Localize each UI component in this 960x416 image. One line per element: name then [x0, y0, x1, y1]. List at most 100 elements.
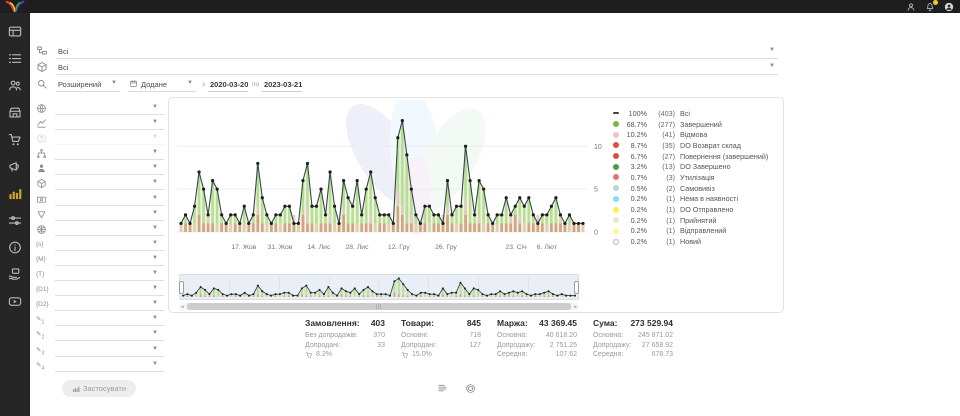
chevron-down-icon: ▼	[152, 361, 158, 367]
filter-select-pencil-1[interactable]: ▼	[55, 312, 164, 326]
sidebar-item-store[interactable]	[7, 105, 23, 120]
filter-product-row: Всі ▼	[36, 60, 778, 75]
scrollbar-thumb[interactable]: |||	[187, 303, 571, 310]
legend-percent: 6.7%	[623, 152, 647, 161]
sidebar-item-dashboard[interactable]	[7, 24, 23, 39]
legend-percent: 0.5%	[623, 184, 647, 193]
legend-item[interactable]: 0.2%(1)Прийнятий	[613, 215, 779, 226]
user-icon[interactable]	[906, 2, 916, 12]
legend-label: Відмова	[680, 130, 707, 139]
filter-select-s[interactable]: ▼	[55, 237, 164, 251]
filter-panel-row-pencil1: ✎1▼	[36, 312, 164, 327]
filter-select-pencil-4[interactable]: ▼	[55, 358, 164, 372]
stat-sub-row: Допродажу:27 658.92	[593, 341, 673, 351]
navigator-left-handle[interactable]	[179, 281, 184, 294]
app-root: Всі ▼ Всі ▼ Розширений ▼ Додане ▼ з 2020…	[0, 0, 960, 416]
sidebar-item-cart[interactable]	[7, 132, 23, 147]
app-logo-icon[interactable]	[3, 0, 27, 13]
stat-value: 43 369.45	[539, 318, 577, 328]
chart-navigator[interactable]	[179, 274, 579, 300]
stat-title-row: Маржа:43 369.45	[497, 318, 577, 328]
x-axis-label: 12. Гру	[388, 244, 410, 251]
filter-select-d1[interactable]: ▼	[55, 282, 164, 296]
apply-button[interactable]: Застосувати	[62, 380, 136, 397]
chart-scrollbar[interactable]: ◂ ||| ▸	[179, 303, 579, 310]
chevron-down-icon: ▼	[769, 47, 775, 53]
filter-select-help[interactable]: ▼	[55, 131, 164, 145]
category-select[interactable]: Всі ▼	[56, 44, 778, 59]
filter-panel-row-pencil3: ✎3▼	[36, 343, 164, 358]
avatar[interactable]	[944, 2, 954, 12]
filter-select-funnel[interactable]: ▼	[55, 207, 164, 221]
filter-select-box3d[interactable]: ▼	[55, 176, 164, 190]
legend-label: Новий	[680, 237, 701, 246]
scroll-right-icon[interactable]: ▸	[574, 304, 577, 310]
filter-select-pencil-3[interactable]: ▼	[55, 343, 164, 357]
sidebar	[0, 13, 30, 416]
x-axis-label: 14. Лис	[307, 244, 330, 251]
product-select[interactable]: Всі ▼	[56, 60, 778, 75]
sidebar-item-analytics[interactable]	[7, 186, 23, 201]
braces-icon: {D1}	[36, 284, 47, 295]
category-tree-icon	[36, 45, 48, 57]
x-axis-label: 31. Жов	[267, 244, 292, 251]
sidebar-item-video-tutorials[interactable]	[7, 294, 23, 309]
video-tutorial-icon[interactable]	[44, 25, 63, 40]
sidebar-item-customers[interactable]	[7, 78, 23, 93]
date-to-input[interactable]: 2023-03-21	[262, 77, 302, 92]
package-view-icon[interactable]	[465, 383, 476, 394]
legend-percent: 0.2%	[623, 237, 647, 246]
sidebar-item-marketing[interactable]	[7, 159, 23, 174]
navigator-right-handle[interactable]	[574, 281, 579, 294]
legend-item[interactable]: 0.7%(3)Утилізація	[613, 172, 779, 183]
date-field-select[interactable]: Додане ▼	[128, 77, 196, 92]
web-icon	[36, 224, 47, 235]
legend-item[interactable]: 0.2%(1)Нема в наявності	[613, 194, 779, 205]
filter-select-trend[interactable]: ▼	[55, 116, 164, 130]
legend-item[interactable]: 0.5%(2)Самовивіз	[613, 183, 779, 194]
legend-marker-icon	[613, 185, 619, 191]
date-from-input[interactable]: 2020-03-20	[208, 77, 248, 92]
stat-sub-value: 127	[469, 341, 481, 351]
stat-sub-value: 370	[373, 331, 385, 341]
legend-percent: 0.7%	[623, 173, 647, 182]
filter-select-money[interactable]: ▼	[55, 192, 164, 206]
chevron-down-icon: ▼	[152, 119, 158, 125]
legend-item[interactable]: 68.7%(277)Завершений	[613, 119, 779, 130]
legend-label: Самовивіз	[680, 184, 715, 193]
search-mode-select[interactable]: Розширений ▼	[56, 77, 120, 92]
filter-select-sitemap[interactable]: ▼	[55, 146, 164, 160]
legend-item[interactable]: 8.7%(35)DO Возврат склад	[613, 140, 779, 151]
legend-count: (35)	[651, 141, 675, 150]
legend-item[interactable]: 0.2%(1)DO Отправлено	[613, 204, 779, 215]
filter-select-t[interactable]: ▼	[55, 267, 164, 281]
legend-item[interactable]: 0.2%(1)Відправлений	[613, 226, 779, 237]
topbar-actions	[906, 0, 954, 13]
filter-panel-row-globe: ▼	[36, 101, 164, 116]
filter-select-web[interactable]: ▼	[55, 222, 164, 236]
notifications-bell-icon[interactable]	[925, 2, 935, 12]
legend-label: Завершений	[680, 120, 722, 129]
orders-timeline-chart[interactable]: 0510	[177, 106, 615, 240]
notification-badge	[933, 0, 938, 5]
sidebar-item-settings[interactable]	[7, 213, 23, 228]
legend-count: (3)	[651, 173, 675, 182]
legend-item[interactable]: 3.2%(13)DO Завершено	[613, 161, 779, 172]
legend-item[interactable]: 10.2%(41)Відмова	[613, 129, 779, 140]
filter-select-pencil-2[interactable]: ▼	[55, 327, 164, 341]
filter-select-d2[interactable]: ▼	[55, 297, 164, 311]
list-view-icon[interactable]	[437, 383, 448, 394]
filter-select-m[interactable]: ▼	[55, 252, 164, 266]
filter-panel-row-d1: {D1} ▼	[36, 282, 164, 297]
legend-item[interactable]: 6.7%(27)Повернення (завершений)	[613, 151, 779, 162]
sidebar-item-returns[interactable]	[7, 267, 23, 282]
legend-item[interactable]: 0.2%(1)Новий	[613, 236, 779, 247]
legend-item[interactable]: 100%(403)Всі	[613, 108, 779, 119]
sidebar-item-orders[interactable]	[7, 51, 23, 66]
chevron-down-icon: ▼	[152, 255, 158, 261]
stat-sub-label: Допродані:	[401, 341, 436, 351]
scroll-left-icon[interactable]: ◂	[181, 304, 184, 310]
filter-select-person[interactable]: ▼	[55, 161, 164, 175]
sidebar-item-info[interactable]	[7, 240, 23, 255]
filter-select-globe[interactable]: ▼	[55, 101, 164, 115]
